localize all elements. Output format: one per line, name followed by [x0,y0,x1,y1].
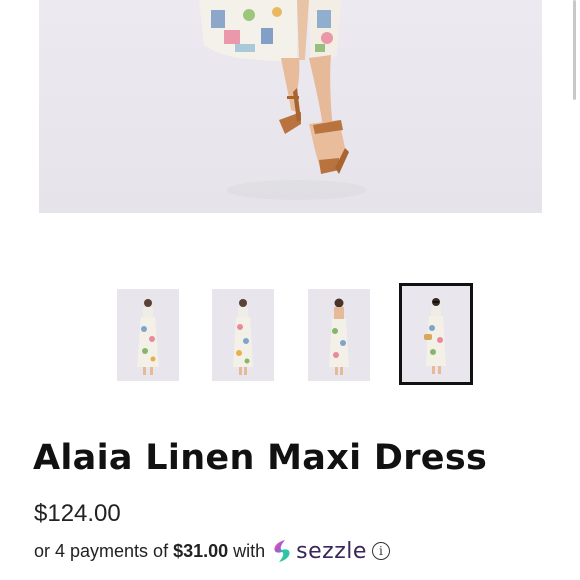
sezzle-logo[interactable]: sezzle [271,539,367,564]
scrollbar[interactable] [573,0,576,100]
product-price: $124.00 [34,500,121,527]
product-main-image [39,0,542,213]
info-icon[interactable]: i [371,542,390,560]
thumbnail-gallery [0,283,580,387]
sezzle-logo-icon [274,540,290,562]
thumbnail-2[interactable] [212,289,274,381]
installment-connector: with [233,540,266,561]
installment-payment-info: or 4 payments of $31.00 with sezzle i [34,538,390,564]
installment-prefix: or 4 payments of [34,540,169,561]
sezzle-wordmark: sezzle [296,538,367,564]
installment-amount: $31.00 [173,540,229,561]
thumbnail-4-selected[interactable] [399,283,473,385]
thumbnail-3[interactable] [308,289,370,381]
product-title: Alaia Linen Maxi Dress [33,438,488,478]
thumbnail-1[interactable] [117,289,179,381]
